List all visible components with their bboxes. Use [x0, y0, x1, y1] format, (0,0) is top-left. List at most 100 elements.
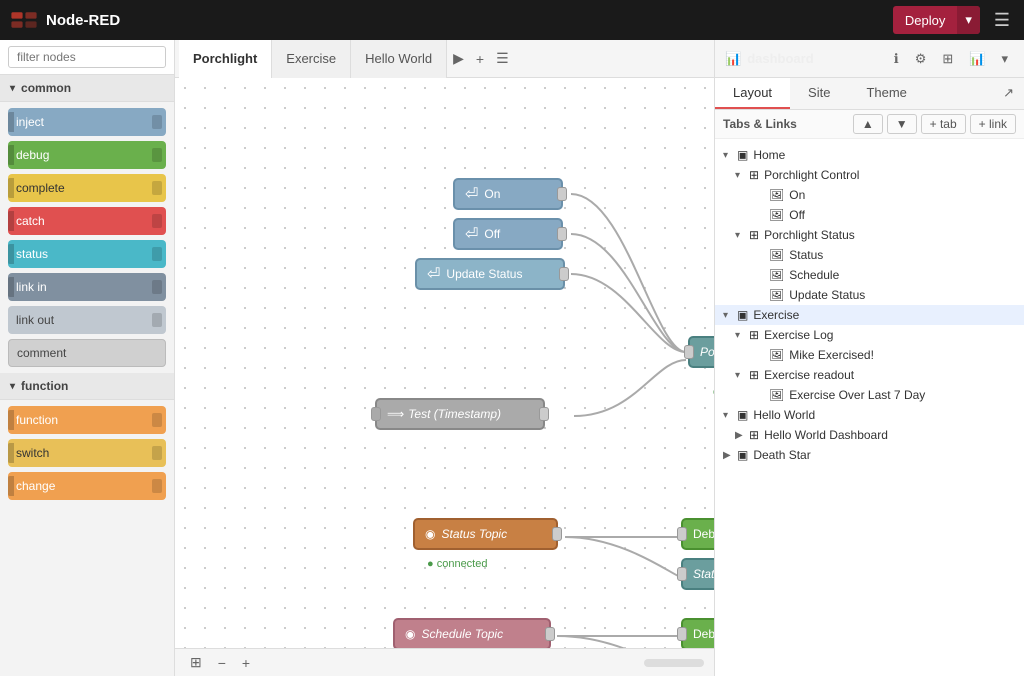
tree-item-hw-dashboard[interactable]: ▶ ⊞ Hello World Dashboard: [715, 425, 1024, 445]
node-link-in[interactable]: link in: [8, 273, 166, 301]
node-debug[interactable]: debug: [8, 141, 166, 169]
fit-view-button[interactable]: ⊞: [185, 652, 207, 673]
tree-label-stat-update: Update Status: [789, 288, 1024, 302]
tab-icon: ▣: [737, 148, 748, 162]
canvas-scrollbar[interactable]: [644, 659, 704, 667]
port-right: [545, 627, 555, 641]
deploy-arrow-icon[interactable]: ▾: [957, 6, 980, 34]
flow-editor: Porchlight Exercise Hello World ▶ + ☰: [175, 40, 714, 676]
tab-external-link[interactable]: ↗: [993, 78, 1024, 109]
node-change[interactable]: change: [8, 472, 166, 500]
tab-hello-world[interactable]: Hello World: [351, 40, 447, 78]
tab-theme[interactable]: Theme: [848, 78, 924, 109]
panel-actions: ℹ ⚙ ⊞ 📊 ▾: [888, 48, 1014, 70]
node-test-timestamp[interactable]: ⟹ Test (Timestamp): [375, 398, 545, 430]
zoom-out-button[interactable]: −: [213, 653, 231, 673]
tree-item-ctrl-on[interactable]: 🖼 On: [715, 185, 1024, 205]
port-left: [371, 407, 381, 421]
deploy-button[interactable]: Deploy ▾: [893, 6, 980, 34]
node-switch-label: switch: [16, 446, 49, 460]
node-link-out[interactable]: link out: [8, 306, 166, 334]
expand-icon: ▾: [735, 170, 749, 181]
tree-item-ctrl-off[interactable]: 🖼 Off: [715, 205, 1024, 225]
node-schedule-topic[interactable]: ◉ Schedule Topic: [393, 618, 551, 648]
node-comment-label: comment: [17, 346, 66, 360]
tree-move-up-button[interactable]: ▲: [853, 114, 883, 134]
tree-item-porchlight-status[interactable]: ▾ ⊞ Porchlight Status: [715, 225, 1024, 245]
tab-menu-button[interactable]: ☰: [490, 46, 515, 71]
info-button[interactable]: ℹ: [888, 48, 905, 70]
canvas-bottom-bar: ⊞ − +: [175, 648, 714, 676]
port-right: [539, 407, 549, 421]
tree-item-porchlight-control[interactable]: ▾ ⊞ Porchlight Control: [715, 165, 1024, 185]
section-function[interactable]: ▾ function: [0, 373, 174, 400]
canvas-view-actions: ⊞ − +: [185, 652, 255, 673]
node-debug-2[interactable]: Debug ☰: [681, 618, 714, 648]
port-right: [152, 280, 162, 294]
port-left: [8, 178, 14, 198]
node-status[interactable]: status: [8, 240, 166, 268]
tree-item-stat-update[interactable]: 🖼 Update Status: [715, 285, 1024, 305]
flow-canvas[interactable]: ⏎ On ⏎ Off ⏎ Update Status Porchlight cl…: [175, 78, 714, 648]
tree-add-tab-button[interactable]: + tab: [921, 114, 966, 134]
tree-item-death-star[interactable]: ▶ ▣ Death Star: [715, 445, 1024, 465]
port-right: [552, 527, 562, 541]
tab-scroll-right[interactable]: ▶: [447, 46, 470, 71]
chart-icon: 📊: [725, 51, 741, 67]
node-switch[interactable]: switch: [8, 439, 166, 467]
chart-button[interactable]: 📊: [963, 48, 991, 70]
node-on[interactable]: ⏎ On: [453, 178, 563, 210]
tree-label-exercise-7day: Exercise Over Last 7 Day: [789, 388, 1024, 402]
tree-move-down-button[interactable]: ▼: [887, 114, 917, 134]
zoom-in-button[interactable]: +: [237, 653, 255, 673]
settings-button[interactable]: ⚙: [909, 48, 933, 70]
widget-icon: 🖼: [769, 288, 784, 302]
panel-header: 📊 dashboard ℹ ⚙ ⊞ 📊 ▾: [715, 40, 1024, 78]
tab-add-button[interactable]: +: [470, 47, 490, 71]
tab-site[interactable]: Site: [790, 78, 848, 109]
tree-item-stat-status[interactable]: 🖼 Status: [715, 245, 1024, 265]
tree-item-exercise-log[interactable]: ▾ ⊞ Exercise Log: [715, 325, 1024, 345]
port-left: [8, 476, 14, 496]
grid-button[interactable]: ⊞: [936, 48, 959, 70]
port-left: [684, 345, 694, 359]
port-right: [152, 115, 162, 129]
green-dot-icon: ●: [427, 558, 434, 570]
hamburger-button[interactable]: ☰: [990, 6, 1014, 35]
node-off[interactable]: ⏎ Off: [453, 218, 563, 250]
tree-label-ctrl-on: On: [789, 188, 1024, 202]
more-button[interactable]: ▾: [995, 48, 1014, 70]
node-complete[interactable]: complete: [8, 174, 166, 202]
node-link-in-label: link in: [16, 280, 47, 294]
node-comment[interactable]: comment: [8, 339, 166, 367]
tree-label-mike-exercised: Mike Exercised!: [789, 348, 1024, 362]
node-catch[interactable]: catch: [8, 207, 166, 235]
tree-item-hello-world[interactable]: ▾ ▣ Hello World: [715, 405, 1024, 425]
node-debug-1[interactable]: Debug ☰: [681, 518, 714, 550]
section-common[interactable]: ▾ common: [0, 75, 174, 102]
tab-hello-world-label: Hello World: [365, 51, 432, 66]
tree-item-mike-exercised[interactable]: 🖼 Mike Exercised!: [715, 345, 1024, 365]
tree-item-exercise-readout[interactable]: ▾ ⊞ Exercise readout: [715, 365, 1024, 385]
chevron-down-icon-fn: ▾: [10, 381, 15, 392]
port-left: [8, 112, 14, 132]
tab-exercise[interactable]: Exercise: [272, 40, 351, 78]
tree-item-home[interactable]: ▾ ▣ Home: [715, 145, 1024, 165]
tree-add-link-button[interactable]: + link: [970, 114, 1016, 134]
widget-icon: 🖼: [769, 188, 784, 202]
tree-item-stat-schedule[interactable]: 🖼 Schedule: [715, 265, 1024, 285]
filter-nodes-input[interactable]: [8, 46, 166, 68]
node-function[interactable]: function: [8, 406, 166, 434]
node-status-abc[interactable]: Status abc: [681, 558, 714, 590]
tree-item-exercise[interactable]: ▾ ▣ Exercise: [715, 305, 1024, 325]
expand-icon: ▾: [723, 410, 737, 421]
node-update-status[interactable]: ⏎ Update Status: [415, 258, 565, 290]
tab-layout[interactable]: Layout: [715, 78, 790, 109]
tree-item-exercise-7day[interactable]: 🖼 Exercise Over Last 7 Day: [715, 385, 1024, 405]
tab-porchlight[interactable]: Porchlight: [179, 40, 272, 78]
group-icon: ⊞: [749, 428, 759, 442]
node-status-topic[interactable]: ◉ Status Topic: [413, 518, 558, 550]
node-inject[interactable]: inject: [8, 108, 166, 136]
node-porchlight-client[interactable]: Porchlight client 📢: [688, 336, 714, 368]
tree-label-porchlight-control: Porchlight Control: [764, 168, 1024, 182]
